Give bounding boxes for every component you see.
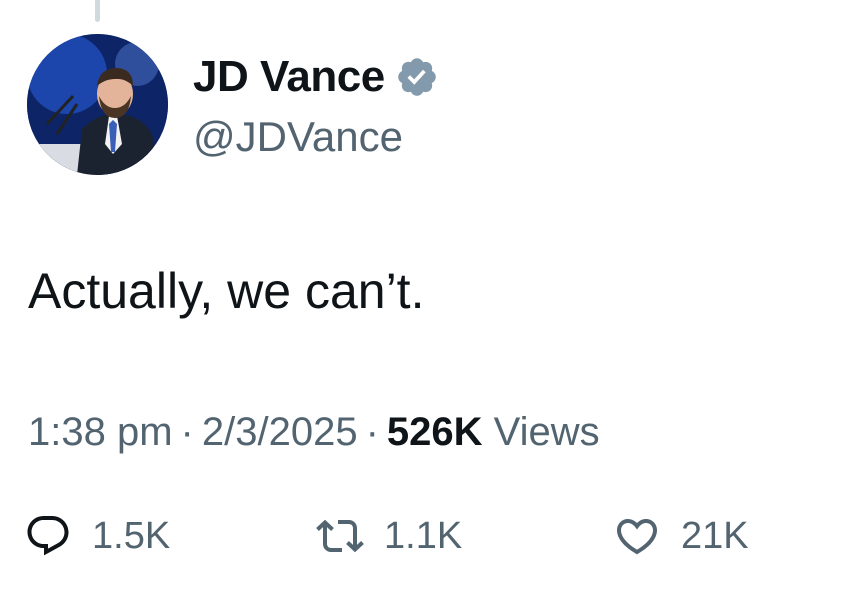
thread-connector-line xyxy=(95,0,100,22)
retweet-count: 1.1K xyxy=(384,514,463,557)
avatar[interactable] xyxy=(27,34,168,175)
tweet-actions-bar: 1.5K 1.1K 21K xyxy=(0,504,841,568)
author-name-row: JD Vance xyxy=(193,52,439,102)
avatar-photo xyxy=(27,34,168,175)
like-button[interactable]: 21K xyxy=(613,504,749,568)
tweet-meta: 1:38 pm · 2/3/2025 · 526K Views xyxy=(28,410,600,455)
retweet-button[interactable]: 1.1K xyxy=(316,504,462,568)
author-display-name[interactable]: JD Vance xyxy=(193,52,385,102)
reply-icon xyxy=(27,516,69,556)
verified-badge-icon[interactable] xyxy=(395,55,439,99)
tweet-text: Actually, we can’t. xyxy=(28,263,425,319)
views-count: 526K xyxy=(386,410,483,454)
tweet-date[interactable]: 2/3/2025 xyxy=(202,410,358,454)
reply-count: 1.5K xyxy=(92,514,171,557)
heart-icon xyxy=(616,519,658,555)
tweet-time[interactable]: 1:38 pm xyxy=(28,410,173,454)
meta-separator: · xyxy=(180,410,194,454)
views-label: Views xyxy=(493,410,600,454)
reply-button[interactable]: 1.5K xyxy=(24,504,170,568)
author-handle[interactable]: @JDVance xyxy=(193,113,403,161)
like-count: 21K xyxy=(681,514,749,557)
retweet-icon xyxy=(316,519,364,553)
meta-separator: · xyxy=(365,410,379,454)
